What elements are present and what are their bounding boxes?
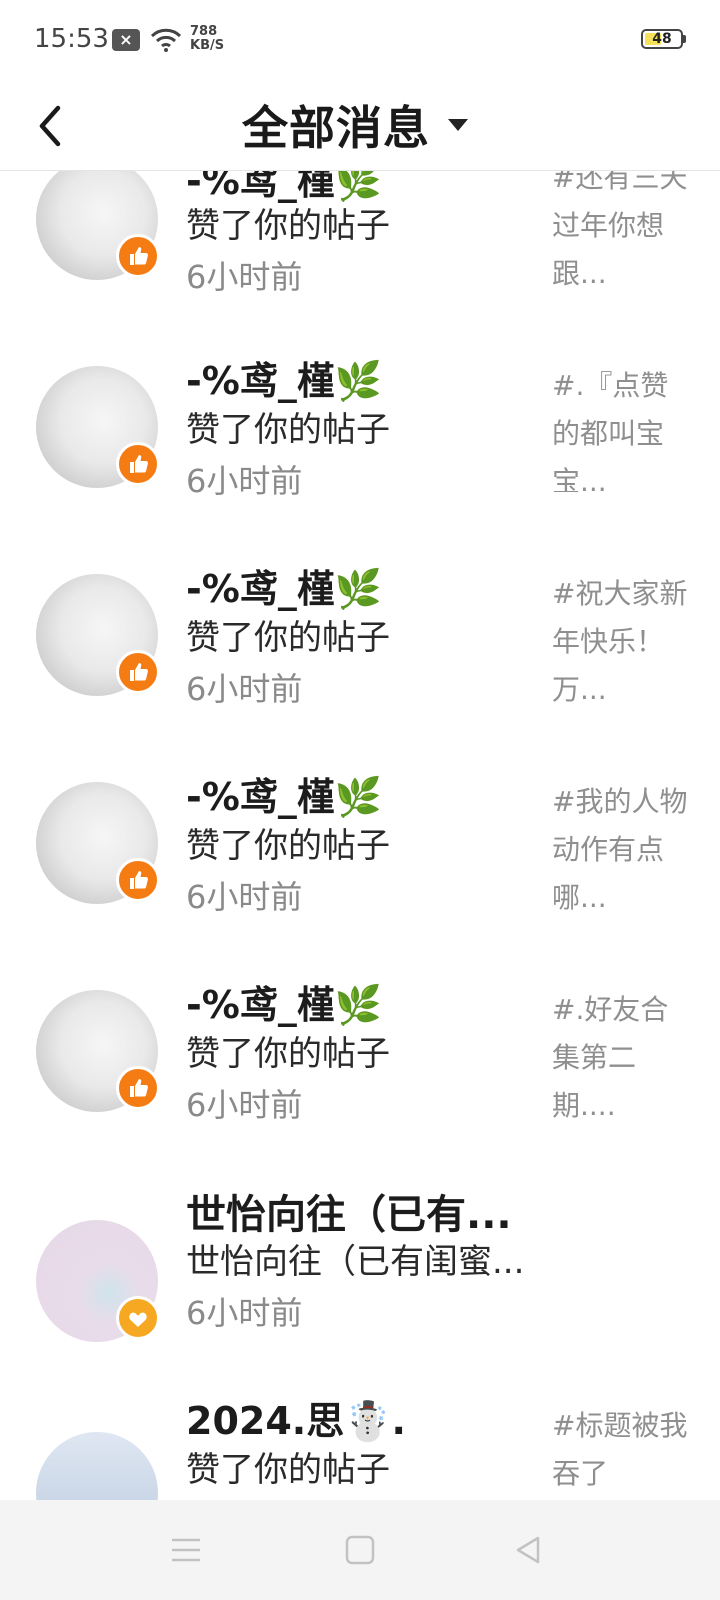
post-preview[interactable]: #.『点赞的都叫宝宝... — [552, 362, 692, 492]
status-bar: 15:53 × 788 KB/S 48 — [0, 0, 720, 80]
battery-level: 48 — [652, 31, 672, 47]
post-preview[interactable]: #还有三天过年你想跟... — [552, 154, 692, 298]
action-text: 赞了你的帖子 — [186, 1034, 390, 1074]
list-item[interactable]: -%鸢_槿🌿 赞了你的帖子 6小时前 #.『点赞的都叫宝宝... — [0, 358, 720, 568]
message-filter-dropdown[interactable]: 全部消息 — [242, 90, 468, 160]
triangle-back-icon[interactable] — [508, 1530, 548, 1570]
sender-name[interactable]: 2024.思☃️. — [186, 1390, 406, 1445]
sender-name[interactable]: -%鸢_槿🌿 — [186, 350, 382, 405]
like-badge-icon — [116, 442, 160, 486]
net-speed-value: 788 — [190, 24, 218, 39]
sender-name[interactable]: -%鸢_槿🌿 — [186, 766, 382, 821]
timestamp: 6小时前 — [186, 258, 303, 296]
avatar[interactable] — [36, 1432, 158, 1500]
action-text: 赞了你的帖子 — [186, 410, 390, 450]
timestamp: 6小时前 — [186, 462, 303, 500]
action-text: 赞了你的帖子 — [186, 826, 390, 866]
like-badge-icon — [116, 858, 160, 902]
timestamp: 6小时前 — [186, 878, 303, 916]
sender-name[interactable]: 世怡向往（已有... — [186, 1182, 512, 1240]
like-badge-icon — [116, 234, 160, 278]
net-speed: 788 KB/S — [190, 25, 224, 53]
caret-down-icon — [448, 119, 468, 131]
sender-name[interactable]: -%鸢_槿🌿 — [186, 558, 382, 613]
sender-name[interactable]: -%鸢_槿🌿 — [186, 974, 382, 1029]
action-text: 赞了你的帖子 — [186, 618, 390, 658]
list-item[interactable]: -%鸢_槿🌿 赞了你的帖子 6小时前 #.好友合集第二期.... — [0, 982, 720, 1192]
action-text: 赞了你的帖子 — [186, 1450, 390, 1490]
post-preview[interactable]: #.好友合集第二期.... — [552, 986, 692, 1130]
post-preview[interactable]: #我的人物动作有点哪... — [552, 778, 692, 922]
net-speed-unit: KB/S — [190, 38, 225, 53]
like-badge-icon — [116, 1066, 160, 1110]
square-home-icon[interactable] — [340, 1530, 380, 1570]
list-item[interactable]: -%鸢_槿🌿 赞了你的帖子 6小时前 #还有三天过年你想跟... — [0, 150, 720, 360]
battery-icon: 48 — [641, 29, 683, 49]
battery-tip — [683, 35, 686, 43]
list-item[interactable]: 世怡向往（已有... 世怡向往（已有闺蜜... 6小时前 — [0, 1190, 720, 1400]
back-button[interactable] — [30, 94, 74, 154]
heart-badge-icon — [116, 1296, 160, 1340]
action-text: 世怡向往（已有闺蜜... — [186, 1242, 525, 1282]
message-list[interactable]: -%鸢_槿🌿 赞了你的帖子 6小时前 #还有三天过年你想跟... -%鸢_槿🌿 … — [0, 0, 720, 1500]
post-preview[interactable]: #标题被我吞了 — [552, 1402, 692, 1498]
timestamp: 6小时前 — [186, 670, 303, 708]
post-preview[interactable]: #祝大家新年快乐！万... — [552, 570, 692, 714]
timestamp: 6小时前 — [186, 1086, 303, 1124]
system-nav-bar — [0, 1500, 720, 1600]
wifi-icon — [150, 28, 182, 52]
list-item[interactable]: -%鸢_槿🌿 赞了你的帖子 6小时前 #祝大家新年快乐！万... — [0, 566, 720, 776]
like-badge-icon — [116, 650, 160, 694]
header: 全部消息 — [0, 80, 720, 171]
close-box-icon: × — [112, 29, 140, 51]
list-item[interactable]: 2024.思☃️. 赞了你的帖子 #标题被我吞了 — [0, 1398, 720, 1500]
timestamp: 6小时前 — [186, 1294, 303, 1332]
page-title: 全部消息 — [242, 101, 430, 155]
menu-icon[interactable] — [166, 1530, 206, 1570]
chevron-left-icon — [39, 105, 61, 147]
status-time: 15:53 — [34, 24, 109, 54]
action-text: 赞了你的帖子 — [186, 206, 390, 246]
list-item[interactable]: -%鸢_槿🌿 赞了你的帖子 6小时前 #我的人物动作有点哪... — [0, 774, 720, 984]
